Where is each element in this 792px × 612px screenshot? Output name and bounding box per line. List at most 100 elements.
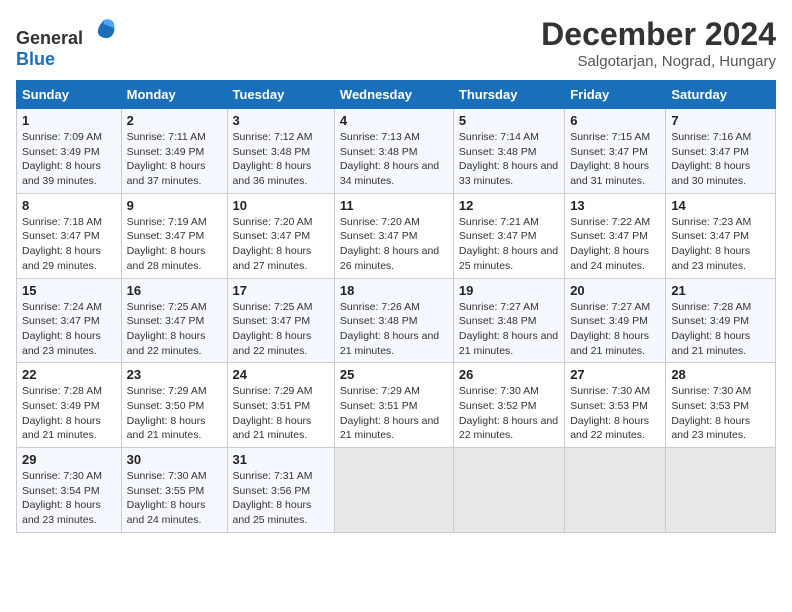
title-block: December 2024 Salgotarjan, Nograd, Hunga…: [541, 16, 776, 70]
day-info: Sunrise: 7:25 AMSunset: 3:47 PMDaylight:…: [233, 301, 313, 357]
day-info: Sunrise: 7:28 AMSunset: 3:49 PMDaylight:…: [22, 385, 102, 441]
day-number: 18: [340, 283, 448, 298]
calendar-cell: 18 Sunrise: 7:26 AMSunset: 3:48 PMDaylig…: [334, 278, 453, 363]
day-number: 20: [570, 283, 660, 298]
day-info: Sunrise: 7:29 AMSunset: 3:51 PMDaylight:…: [233, 385, 313, 441]
day-number: 24: [233, 367, 329, 382]
calendar-table: SundayMondayTuesdayWednesdayThursdayFrid…: [16, 80, 776, 533]
day-info: Sunrise: 7:30 AMSunset: 3:54 PMDaylight:…: [22, 470, 102, 526]
col-header-friday: Friday: [565, 81, 666, 109]
day-info: Sunrise: 7:28 AMSunset: 3:49 PMDaylight:…: [671, 301, 751, 357]
day-number: 11: [340, 198, 448, 213]
day-number: 29: [22, 452, 116, 467]
logo-blue: Blue: [16, 49, 55, 69]
day-info: Sunrise: 7:31 AMSunset: 3:56 PMDaylight:…: [233, 470, 313, 526]
day-number: 4: [340, 113, 448, 128]
day-info: Sunrise: 7:09 AMSunset: 3:49 PMDaylight:…: [22, 131, 102, 187]
calendar-cell: 15 Sunrise: 7:24 AMSunset: 3:47 PMDaylig…: [17, 278, 122, 363]
day-number: 8: [22, 198, 116, 213]
calendar-cell: 21 Sunrise: 7:28 AMSunset: 3:49 PMDaylig…: [666, 278, 776, 363]
day-info: Sunrise: 7:30 AMSunset: 3:52 PMDaylight:…: [459, 385, 558, 441]
day-info: Sunrise: 7:27 AMSunset: 3:49 PMDaylight:…: [570, 301, 650, 357]
calendar-week-row: 15 Sunrise: 7:24 AMSunset: 3:47 PMDaylig…: [17, 278, 776, 363]
day-info: Sunrise: 7:15 AMSunset: 3:47 PMDaylight:…: [570, 131, 650, 187]
calendar-cell: 3 Sunrise: 7:12 AMSunset: 3:48 PMDayligh…: [227, 109, 334, 194]
day-number: 7: [671, 113, 770, 128]
day-number: 12: [459, 198, 559, 213]
day-number: 28: [671, 367, 770, 382]
calendar-cell: 26 Sunrise: 7:30 AMSunset: 3:52 PMDaylig…: [453, 363, 564, 448]
calendar-cell: 10 Sunrise: 7:20 AMSunset: 3:47 PMDaylig…: [227, 193, 334, 278]
month-title: December 2024: [541, 16, 776, 53]
calendar-cell: 31 Sunrise: 7:31 AMSunset: 3:56 PMDaylig…: [227, 448, 334, 533]
day-number: 23: [127, 367, 222, 382]
calendar-week-row: 22 Sunrise: 7:28 AMSunset: 3:49 PMDaylig…: [17, 363, 776, 448]
calendar-cell: 5 Sunrise: 7:14 AMSunset: 3:48 PMDayligh…: [453, 109, 564, 194]
day-info: Sunrise: 7:29 AMSunset: 3:51 PMDaylight:…: [340, 385, 439, 441]
calendar-cell: 14 Sunrise: 7:23 AMSunset: 3:47 PMDaylig…: [666, 193, 776, 278]
day-number: 30: [127, 452, 222, 467]
day-info: Sunrise: 7:19 AMSunset: 3:47 PMDaylight:…: [127, 216, 207, 272]
day-info: Sunrise: 7:16 AMSunset: 3:47 PMDaylight:…: [671, 131, 751, 187]
day-number: 14: [671, 198, 770, 213]
page-header: General Blue December 2024 Salgotarjan, …: [16, 16, 776, 70]
calendar-cell: 17 Sunrise: 7:25 AMSunset: 3:47 PMDaylig…: [227, 278, 334, 363]
calendar-cell: 4 Sunrise: 7:13 AMSunset: 3:48 PMDayligh…: [334, 109, 453, 194]
calendar-cell: 1 Sunrise: 7:09 AMSunset: 3:49 PMDayligh…: [17, 109, 122, 194]
logo: General Blue: [16, 16, 118, 70]
day-number: 21: [671, 283, 770, 298]
calendar-cell: 11 Sunrise: 7:20 AMSunset: 3:47 PMDaylig…: [334, 193, 453, 278]
day-info: Sunrise: 7:26 AMSunset: 3:48 PMDaylight:…: [340, 301, 439, 357]
day-number: 6: [570, 113, 660, 128]
day-number: 9: [127, 198, 222, 213]
day-info: Sunrise: 7:30 AMSunset: 3:53 PMDaylight:…: [570, 385, 650, 441]
logo-text: General Blue: [16, 16, 118, 70]
day-number: 25: [340, 367, 448, 382]
day-info: Sunrise: 7:14 AMSunset: 3:48 PMDaylight:…: [459, 131, 558, 187]
day-info: Sunrise: 7:18 AMSunset: 3:47 PMDaylight:…: [22, 216, 102, 272]
day-number: 5: [459, 113, 559, 128]
calendar-cell: 19 Sunrise: 7:27 AMSunset: 3:48 PMDaylig…: [453, 278, 564, 363]
day-info: Sunrise: 7:21 AMSunset: 3:47 PMDaylight:…: [459, 216, 558, 272]
day-number: 16: [127, 283, 222, 298]
calendar-cell: 7 Sunrise: 7:16 AMSunset: 3:47 PMDayligh…: [666, 109, 776, 194]
col-header-thursday: Thursday: [453, 81, 564, 109]
day-number: 17: [233, 283, 329, 298]
col-header-sunday: Sunday: [17, 81, 122, 109]
day-number: 10: [233, 198, 329, 213]
day-info: Sunrise: 7:29 AMSunset: 3:50 PMDaylight:…: [127, 385, 207, 441]
calendar-cell: 12 Sunrise: 7:21 AMSunset: 3:47 PMDaylig…: [453, 193, 564, 278]
col-header-tuesday: Tuesday: [227, 81, 334, 109]
day-number: 15: [22, 283, 116, 298]
calendar-cell: 13 Sunrise: 7:22 AMSunset: 3:47 PMDaylig…: [565, 193, 666, 278]
day-info: Sunrise: 7:22 AMSunset: 3:47 PMDaylight:…: [570, 216, 650, 272]
calendar-cell: 23 Sunrise: 7:29 AMSunset: 3:50 PMDaylig…: [121, 363, 227, 448]
calendar-cell: 29 Sunrise: 7:30 AMSunset: 3:54 PMDaylig…: [17, 448, 122, 533]
day-info: Sunrise: 7:27 AMSunset: 3:48 PMDaylight:…: [459, 301, 558, 357]
day-info: Sunrise: 7:13 AMSunset: 3:48 PMDaylight:…: [340, 131, 439, 187]
calendar-cell: 20 Sunrise: 7:27 AMSunset: 3:49 PMDaylig…: [565, 278, 666, 363]
calendar-cell: 25 Sunrise: 7:29 AMSunset: 3:51 PMDaylig…: [334, 363, 453, 448]
day-number: 3: [233, 113, 329, 128]
logo-bird-icon: [90, 16, 118, 44]
day-info: Sunrise: 7:20 AMSunset: 3:47 PMDaylight:…: [340, 216, 439, 272]
calendar-cell: [453, 448, 564, 533]
calendar-cell: 2 Sunrise: 7:11 AMSunset: 3:49 PMDayligh…: [121, 109, 227, 194]
day-number: 19: [459, 283, 559, 298]
day-info: Sunrise: 7:20 AMSunset: 3:47 PMDaylight:…: [233, 216, 313, 272]
location-subtitle: Salgotarjan, Nograd, Hungary: [541, 53, 776, 70]
calendar-cell: 6 Sunrise: 7:15 AMSunset: 3:47 PMDayligh…: [565, 109, 666, 194]
day-number: 13: [570, 198, 660, 213]
day-number: 22: [22, 367, 116, 382]
day-number: 2: [127, 113, 222, 128]
col-header-monday: Monday: [121, 81, 227, 109]
day-info: Sunrise: 7:30 AMSunset: 3:55 PMDaylight:…: [127, 470, 207, 526]
day-info: Sunrise: 7:24 AMSunset: 3:47 PMDaylight:…: [22, 301, 102, 357]
calendar-week-row: 29 Sunrise: 7:30 AMSunset: 3:54 PMDaylig…: [17, 448, 776, 533]
calendar-cell: 24 Sunrise: 7:29 AMSunset: 3:51 PMDaylig…: [227, 363, 334, 448]
calendar-week-row: 1 Sunrise: 7:09 AMSunset: 3:49 PMDayligh…: [17, 109, 776, 194]
col-header-wednesday: Wednesday: [334, 81, 453, 109]
calendar-cell: 27 Sunrise: 7:30 AMSunset: 3:53 PMDaylig…: [565, 363, 666, 448]
day-info: Sunrise: 7:11 AMSunset: 3:49 PMDaylight:…: [127, 131, 206, 187]
day-number: 27: [570, 367, 660, 382]
